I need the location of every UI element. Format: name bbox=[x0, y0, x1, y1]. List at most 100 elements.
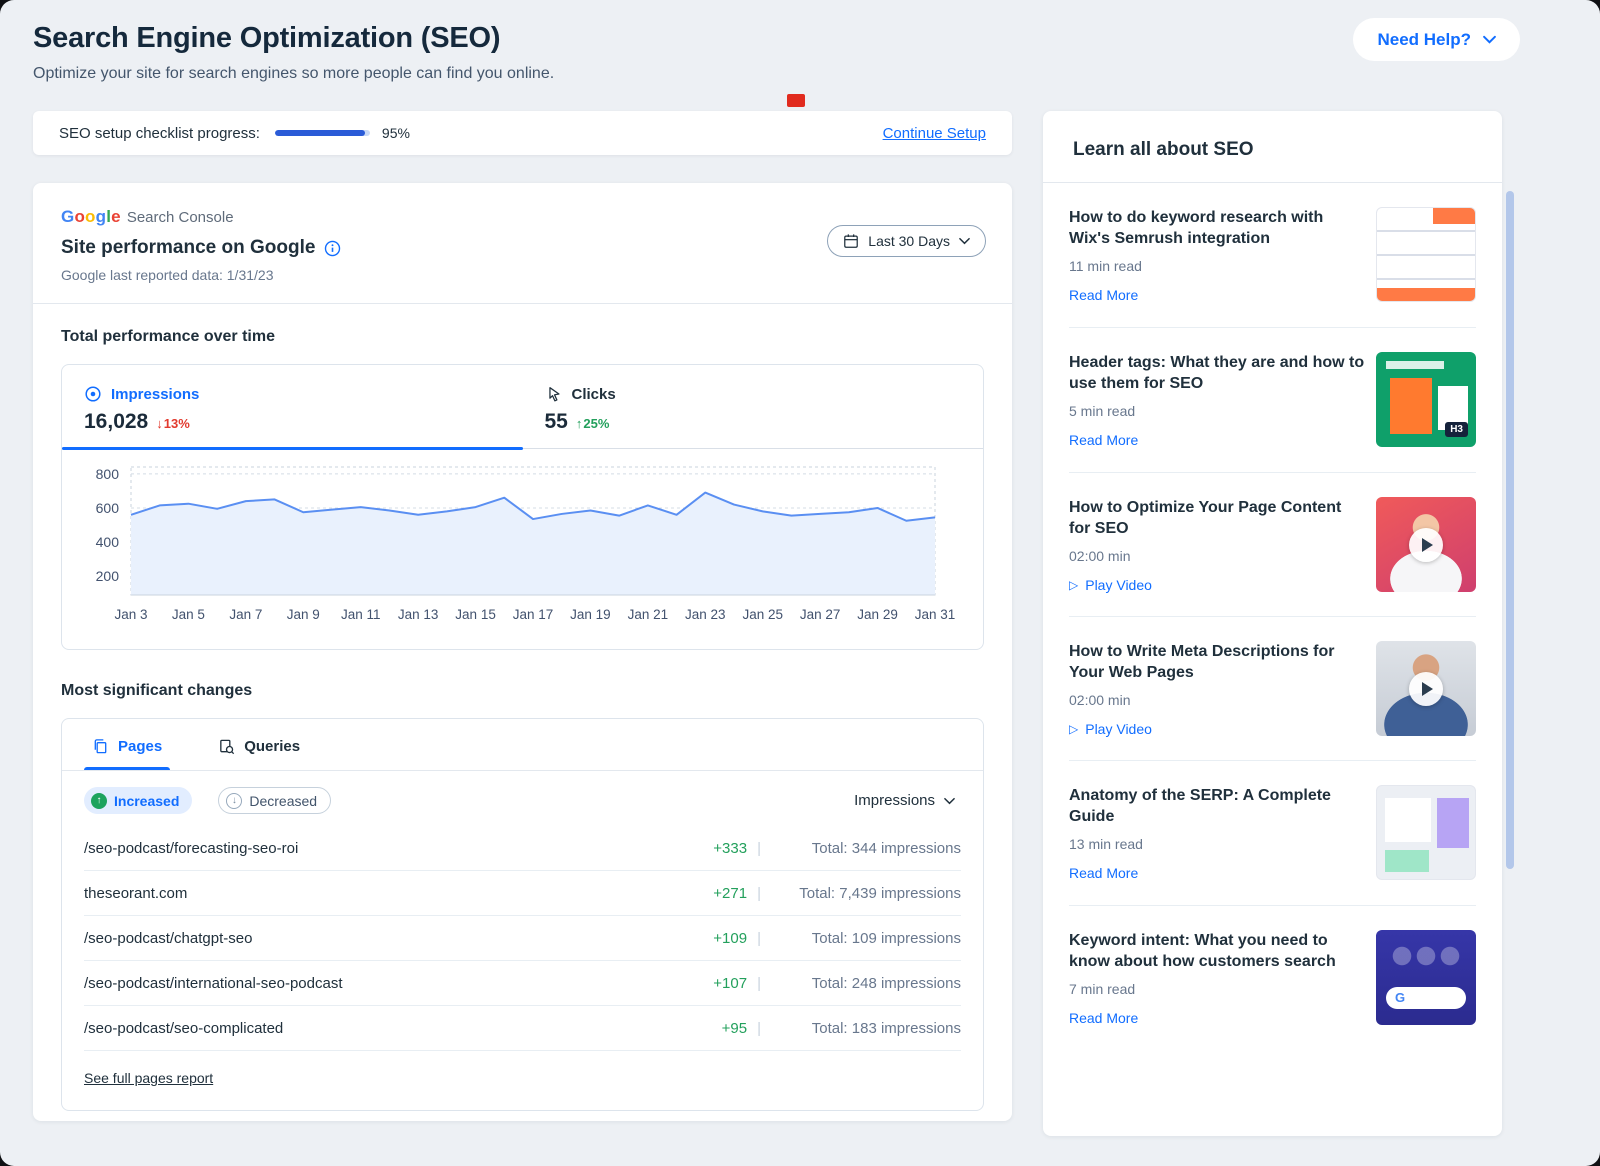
pages-icon bbox=[92, 738, 109, 755]
see-full-pages-report-link[interactable]: See full pages report bbox=[84, 1070, 213, 1086]
decrease-arrow-icon bbox=[226, 793, 242, 809]
tab-queries[interactable]: Queries bbox=[210, 719, 308, 770]
clicks-label: Clicks bbox=[572, 386, 616, 403]
svg-text:Jan 15: Jan 15 bbox=[455, 607, 496, 622]
significant-changes-section: Most significant changes Pages Queries bbox=[33, 650, 1012, 1111]
filter-decreased-chip[interactable]: Decreased bbox=[218, 787, 331, 814]
impressions-value: 16,028 bbox=[84, 410, 148, 434]
significant-changes-title: Most significant changes bbox=[61, 682, 984, 700]
table-row[interactable]: /seo-podcast/international-seo-podcast +… bbox=[84, 961, 961, 1006]
search-console-label: Search Console bbox=[127, 209, 234, 226]
article-action-link[interactable]: Read More bbox=[1069, 1010, 1138, 1026]
article-action-link[interactable]: Read More bbox=[1069, 865, 1138, 881]
article-action-label: Play Video bbox=[1085, 577, 1152, 593]
article-item: How to Write Meta Descriptions for Your … bbox=[1069, 616, 1476, 760]
google-logo: Google bbox=[61, 207, 121, 227]
seo-dashboard-page: Search Engine Optimization (SEO) Optimiz… bbox=[0, 0, 1600, 1166]
svg-text:Jan 3: Jan 3 bbox=[114, 607, 147, 622]
page-path: /seo-podcast/forecasting-seo-roi bbox=[84, 840, 687, 857]
page-header: Search Engine Optimization (SEO) Optimiz… bbox=[0, 0, 1600, 83]
page-header-text: Search Engine Optimization (SEO) Optimiz… bbox=[33, 18, 554, 83]
table-row[interactable]: /seo-podcast/chatgpt-seo +109 | Total: 1… bbox=[84, 916, 961, 961]
change-value: +109 bbox=[687, 930, 747, 947]
trend-up-arrow-icon bbox=[576, 416, 583, 431]
page-path: /seo-podcast/international-seo-podcast bbox=[84, 975, 687, 992]
table-row[interactable]: /seo-podcast/forecasting-seo-roi +333 | … bbox=[84, 826, 961, 871]
articles-list: How to do keyword research with Wix's Se… bbox=[1043, 183, 1502, 1050]
impressions-change: 13% bbox=[164, 416, 190, 431]
article-action-link[interactable]: Read More bbox=[1069, 287, 1138, 303]
date-range-dropdown[interactable]: Last 30 Days bbox=[827, 225, 986, 257]
article-text: How to do keyword research with Wix's Se… bbox=[1069, 207, 1365, 305]
svg-text:Jan 13: Jan 13 bbox=[398, 607, 439, 622]
total-impressions: Total: 7,439 impressions bbox=[771, 885, 961, 902]
change-value: +95 bbox=[687, 1020, 747, 1037]
page-subtitle: Optimize your site for search engines so… bbox=[33, 65, 554, 83]
svg-text:Jan 11: Jan 11 bbox=[341, 607, 381, 622]
article-action-label: Read More bbox=[1069, 1010, 1138, 1026]
article-title: Anatomy of the SERP: A Complete Guide bbox=[1069, 785, 1365, 827]
page-title: Search Engine Optimization (SEO) bbox=[33, 22, 554, 55]
change-value: +107 bbox=[687, 975, 747, 992]
changes-filters-row: Increased Decreased Impressions bbox=[62, 771, 983, 826]
impressions-metric-tab[interactable]: Impressions 16,028 13% bbox=[62, 365, 523, 448]
svg-text:200: 200 bbox=[96, 568, 120, 584]
article-title: Header tags: What they are and how to us… bbox=[1069, 352, 1365, 394]
sidebar-scrollbar[interactable] bbox=[1506, 191, 1514, 869]
play-icon bbox=[1069, 579, 1078, 591]
video-play-overlay-icon bbox=[1409, 672, 1443, 706]
change-value: +271 bbox=[687, 885, 747, 902]
svg-text:Jan 31: Jan 31 bbox=[915, 607, 956, 622]
total-impressions: Total: 109 impressions bbox=[771, 930, 961, 947]
article-thumbnail[interactable] bbox=[1376, 207, 1476, 302]
seo-checklist-progress-card: SEO setup checklist progress: 95% Contin… bbox=[33, 111, 1012, 155]
page-path: theseorant.com bbox=[84, 885, 687, 902]
clicks-trend: 25% bbox=[576, 416, 610, 431]
article-action-link[interactable]: Read More bbox=[1069, 432, 1138, 448]
article-text: How to Write Meta Descriptions for Your … bbox=[1069, 641, 1365, 738]
article-item: Anatomy of the SERP: A Complete Guide 13… bbox=[1069, 760, 1476, 905]
continue-setup-link[interactable]: Continue Setup bbox=[883, 125, 986, 142]
article-text: Keyword intent: What you need to know ab… bbox=[1069, 930, 1365, 1028]
article-action-label: Read More bbox=[1069, 287, 1138, 303]
tab-pages[interactable]: Pages bbox=[84, 719, 170, 770]
svg-text:Jan 25: Jan 25 bbox=[742, 607, 783, 622]
article-thumbnail[interactable] bbox=[1376, 785, 1476, 880]
need-help-label: Need Help? bbox=[1377, 30, 1471, 50]
checklist-progress-fill bbox=[275, 130, 365, 136]
clicks-metric-tab[interactable]: Clicks 55 25% bbox=[523, 365, 984, 448]
article-action-link[interactable]: Play Video bbox=[1069, 721, 1152, 737]
article-thumbnail[interactable] bbox=[1376, 930, 1476, 1025]
changes-rows: /seo-podcast/forecasting-seo-roi +333 | … bbox=[62, 826, 983, 1051]
filter-increased-chip[interactable]: Increased bbox=[84, 787, 192, 814]
article-text: How to Optimize Your Page Content for SE… bbox=[1069, 497, 1365, 594]
table-row[interactable]: theseorant.com +271 | Total: 7,439 impre… bbox=[84, 871, 961, 916]
checklist-progress-bar bbox=[275, 130, 370, 136]
red-marker bbox=[787, 94, 805, 107]
site-performance-card: Google Search Console Site performance o… bbox=[33, 183, 1012, 1121]
svg-text:Jan 23: Jan 23 bbox=[685, 607, 726, 622]
article-action-label: Read More bbox=[1069, 432, 1138, 448]
article-thumbnail[interactable] bbox=[1376, 497, 1476, 592]
info-icon[interactable] bbox=[324, 240, 341, 257]
need-help-button[interactable]: Need Help? bbox=[1353, 18, 1520, 61]
article-text: Header tags: What they are and how to us… bbox=[1069, 352, 1365, 450]
article-thumbnail[interactable] bbox=[1376, 352, 1476, 447]
svg-text:Jan 21: Jan 21 bbox=[628, 607, 669, 622]
chevron-down-icon bbox=[959, 237, 970, 245]
table-row[interactable]: /seo-podcast/seo-complicated +95 | Total… bbox=[84, 1006, 961, 1051]
article-action-label: Play Video bbox=[1085, 721, 1152, 737]
page-path: /seo-podcast/chatgpt-seo bbox=[84, 930, 687, 947]
date-range-value: Last 30 Days bbox=[868, 233, 950, 249]
article-text: Anatomy of the SERP: A Complete Guide 13… bbox=[1069, 785, 1365, 883]
article-action-link[interactable]: Play Video bbox=[1069, 577, 1152, 593]
sort-by-impressions-dropdown[interactable]: Impressions bbox=[848, 791, 961, 810]
article-thumbnail[interactable] bbox=[1376, 641, 1476, 736]
page-path: /seo-podcast/seo-complicated bbox=[84, 1020, 687, 1037]
svg-text:Jan 9: Jan 9 bbox=[287, 607, 320, 622]
total-impressions: Total: 344 impressions bbox=[771, 840, 961, 857]
svg-text:Jan 27: Jan 27 bbox=[800, 607, 841, 622]
svg-text:600: 600 bbox=[96, 500, 120, 516]
main-column: SEO setup checklist progress: 95% Contin… bbox=[33, 111, 1012, 1121]
learn-sidebar-card: Learn all about SEO How to do keyword re… bbox=[1043, 111, 1502, 1136]
